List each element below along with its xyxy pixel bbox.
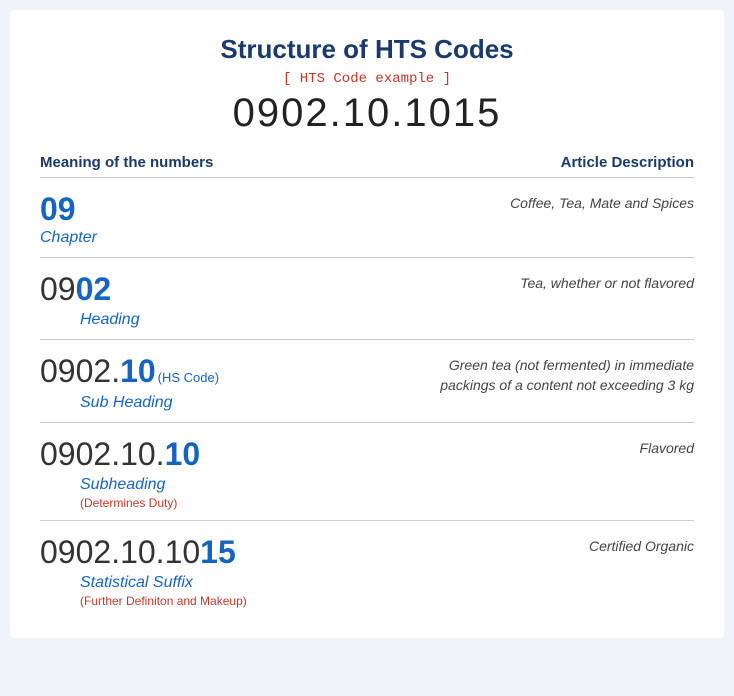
page-title: Structure of HTS Codes — [40, 34, 694, 65]
subheading-label: Subheading — [80, 476, 640, 494]
sub-heading-description: Green tea (not fermented) in immediate p… — [434, 354, 694, 395]
row-subheading: 0902.10.10 Subheading (Determines Duty) … — [40, 422, 694, 520]
heading-code-line: 0902 — [40, 272, 520, 307]
heading-label: Heading — [80, 311, 520, 329]
heading-description: Tea, whether or not flavored — [520, 272, 694, 294]
row-sub-heading-left: 0902.10(HS Code) Sub Heading — [40, 354, 434, 411]
sub-heading-label: Sub Heading — [80, 394, 434, 412]
row-statistical-suffix: 0902.10.1015 Statistical Suffix (Further… — [40, 520, 694, 618]
row-chapter-left: 09 Chapter — [40, 192, 510, 247]
statistical-suffix-sub-label: (Further Definiton and Makeup) — [80, 594, 589, 608]
statistical-suffix-label: Statistical Suffix — [80, 574, 589, 592]
chapter-description: Coffee, Tea, Mate and Spices — [510, 192, 694, 214]
chapter-label: Chapter — [40, 229, 510, 247]
row-chapter: 09 Chapter Coffee, Tea, Mate and Spices — [40, 177, 694, 257]
subheading-prefix: 0902.10. — [40, 436, 165, 472]
row-sub-heading: 0902.10(HS Code) Sub Heading Green tea (… — [40, 339, 694, 421]
row-statistical-suffix-left: 0902.10.1015 Statistical Suffix (Further… — [40, 535, 589, 608]
sub-heading-code-line: 0902.10(HS Code) — [40, 354, 434, 389]
sub-heading-prefix: 0902. — [40, 353, 120, 389]
heading-prefix: 09 — [40, 271, 76, 307]
hts-code-display: 0902.10.1015 — [40, 91, 694, 136]
subheading-description: Flavored — [640, 437, 694, 459]
statistical-suffix-description: Certified Organic — [589, 535, 694, 557]
subheading-code-line: 0902.10.10 — [40, 437, 640, 472]
hs-code-label: (HS Code) — [158, 370, 219, 385]
main-card: Structure of HTS Codes [ HTS Code exampl… — [10, 10, 724, 638]
subheading-highlight: 10 — [165, 436, 201, 472]
column-headers: Meaning of the numbers Article Descripti… — [40, 154, 694, 177]
col-header-description: Article Description — [561, 154, 694, 171]
subheading-sub-label: (Determines Duty) — [80, 496, 640, 510]
row-heading-left: 0902 Heading — [40, 272, 520, 329]
statistical-suffix-code-line: 0902.10.1015 — [40, 535, 589, 570]
chapter-code-line: 09 — [40, 192, 510, 227]
heading-highlight: 02 — [76, 271, 112, 307]
subtitle-bracket: [ HTS Code example ] — [40, 71, 694, 87]
statistical-suffix-highlight: 15 — [200, 534, 236, 570]
row-heading: 0902 Heading Tea, whether or not flavore… — [40, 257, 694, 339]
chapter-highlight: 09 — [40, 191, 76, 227]
col-header-meaning: Meaning of the numbers — [40, 154, 213, 171]
row-subheading-left: 0902.10.10 Subheading (Determines Duty) — [40, 437, 640, 510]
statistical-suffix-prefix: 0902.10.10 — [40, 534, 200, 570]
sub-heading-highlight: 10 — [120, 353, 156, 389]
